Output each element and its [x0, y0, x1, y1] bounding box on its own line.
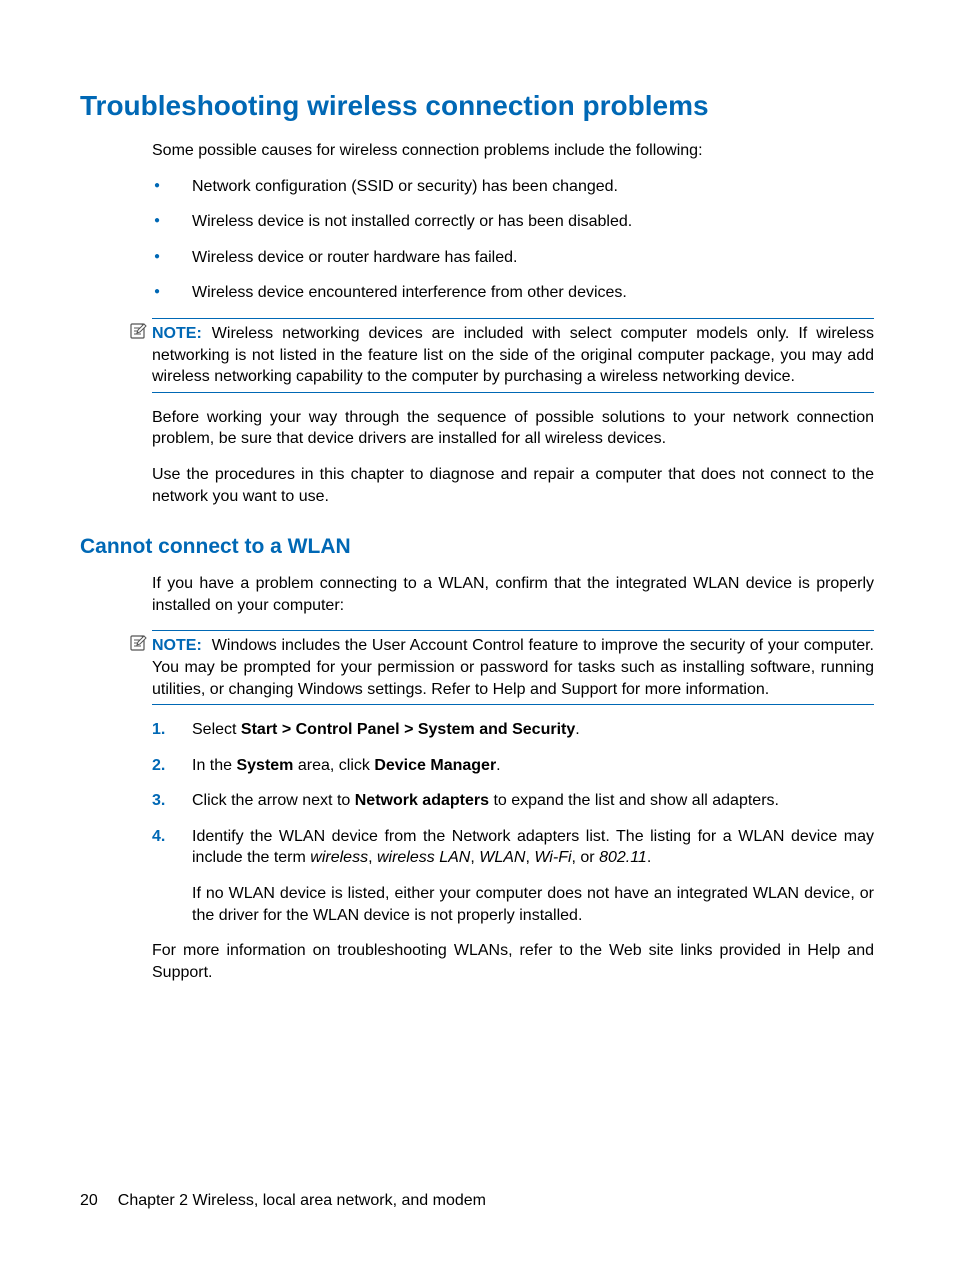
note-label: NOTE:: [152, 325, 202, 342]
note-body: NOTE:Wireless networking devices are inc…: [152, 318, 874, 393]
step-text: .: [575, 721, 579, 738]
note-icon: [129, 322, 147, 340]
step-bold: Network adapters: [355, 792, 489, 809]
paragraph: Before working your way through the sequ…: [152, 407, 874, 450]
step-text: Select: [192, 721, 241, 738]
heading-sub: Cannot connect to a WLAN: [80, 535, 874, 559]
step-text: .: [496, 757, 500, 774]
heading-main: Troubleshooting wireless connection prob…: [80, 90, 874, 122]
chapter-label: Chapter 2 Wireless, local area network, …: [118, 1192, 486, 1209]
intro-text: If you have a problem connecting to a WL…: [152, 573, 874, 616]
step-number: 3.: [152, 790, 165, 812]
step-text: area, click: [293, 757, 374, 774]
step-number: 2.: [152, 755, 165, 777]
step-bold: Start > Control Panel > System and Secur…: [241, 721, 575, 738]
note-icon: [129, 634, 147, 652]
document-page: Troubleshooting wireless connection prob…: [0, 0, 954, 1270]
list-item: Wireless device encountered interference…: [152, 282, 874, 304]
note-block: NOTE:Wireless networking devices are inc…: [132, 318, 874, 393]
step-bold: Device Manager: [374, 757, 496, 774]
step-italic: WLAN: [479, 849, 525, 866]
step-text: Click the arrow next to: [192, 792, 355, 809]
note-text: Windows includes the User Account Contro…: [152, 637, 874, 697]
note-body: NOTE:Windows includes the User Account C…: [152, 630, 874, 705]
step-item: 4. Identify the WLAN device from the Net…: [152, 826, 874, 926]
intro-text: Some possible causes for wireless connec…: [152, 140, 874, 162]
list-item: Wireless device or router hardware has f…: [152, 247, 874, 269]
step-text: .: [647, 849, 651, 866]
step-italic: wireless LAN: [377, 849, 470, 866]
step-text: ,: [368, 849, 377, 866]
page-number: 20: [80, 1192, 98, 1209]
step-text: ,: [525, 849, 534, 866]
note-label: NOTE:: [152, 637, 202, 654]
list-item: Wireless device is not installed correct…: [152, 211, 874, 233]
paragraph: For more information on troubleshooting …: [152, 940, 874, 983]
list-item: Network configuration (SSID or security)…: [152, 176, 874, 198]
step-italic: 802.11: [599, 849, 647, 866]
step-item: 2. In the System area, click Device Mana…: [152, 755, 874, 777]
paragraph: Use the procedures in this chapter to di…: [152, 464, 874, 507]
step-number: 4.: [152, 826, 165, 848]
step-item: 3. Click the arrow next to Network adapt…: [152, 790, 874, 812]
step-number: 1.: [152, 719, 165, 741]
step-text: In the: [192, 757, 236, 774]
step-italic: wireless: [310, 849, 368, 866]
page-footer: 20 Chapter 2 Wireless, local area network…: [80, 1192, 486, 1210]
step-sub-paragraph: If no WLAN device is listed, either your…: [192, 883, 874, 926]
note-block: NOTE:Windows includes the User Account C…: [132, 630, 874, 705]
bullet-list-causes: Network configuration (SSID or security)…: [152, 176, 874, 304]
step-italic: Wi-Fi: [534, 849, 571, 866]
step-bold: System: [236, 757, 293, 774]
step-text: , or: [572, 849, 600, 866]
numbered-steps: 1. Select Start > Control Panel > System…: [152, 719, 874, 926]
step-text: ,: [470, 849, 479, 866]
note-text: Wireless networking devices are included…: [152, 325, 874, 385]
step-item: 1. Select Start > Control Panel > System…: [152, 719, 874, 741]
step-text: to expand the list and show all adapters…: [489, 792, 779, 809]
